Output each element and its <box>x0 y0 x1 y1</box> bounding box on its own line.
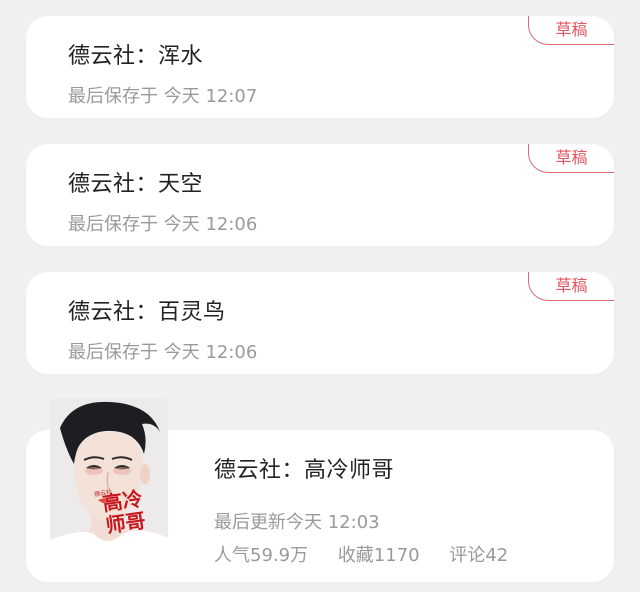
draft-title: 德云社：浑水 <box>68 44 204 69</box>
draft-badge: 草稿 <box>528 144 614 173</box>
cover-title-text: 高冷 师哥 <box>100 486 148 538</box>
book-cover-image[interactable]: 德云社 高冷 师哥 <box>50 398 168 558</box>
draft-card[interactable]: 德云社：浑水 最后保存于 今天 12:07 草稿 <box>26 16 614 118</box>
book-updated-time: 最后更新今天 12:03 <box>214 512 380 533</box>
draft-saved-time: 最后保存于 今天 12:06 <box>68 214 258 235</box>
draft-badge: 草稿 <box>528 16 614 45</box>
book-stats: 人气59.9万 收藏1170 评论42 <box>214 541 532 567</box>
draft-saved-time: 最后保存于 今天 12:06 <box>68 342 258 363</box>
draft-card[interactable]: 德云社：天空 最后保存于 今天 12:06 草稿 <box>26 144 614 246</box>
book-title: 德云社：高冷师哥 <box>214 458 395 483</box>
favorites-count: 收藏1170 <box>337 545 420 566</box>
draft-badge: 草稿 <box>528 272 614 301</box>
draft-saved-time: 最后保存于 今天 12:07 <box>68 86 258 107</box>
comments-count: 评论42 <box>449 545 509 566</box>
popularity-count: 人气59.9万 <box>214 545 309 566</box>
draft-title: 德云社：天空 <box>68 172 204 197</box>
draft-title: 德云社：百灵鸟 <box>68 300 226 325</box>
draft-card[interactable]: 德云社：百灵鸟 最后保存于 今天 12:06 草稿 <box>26 272 614 374</box>
